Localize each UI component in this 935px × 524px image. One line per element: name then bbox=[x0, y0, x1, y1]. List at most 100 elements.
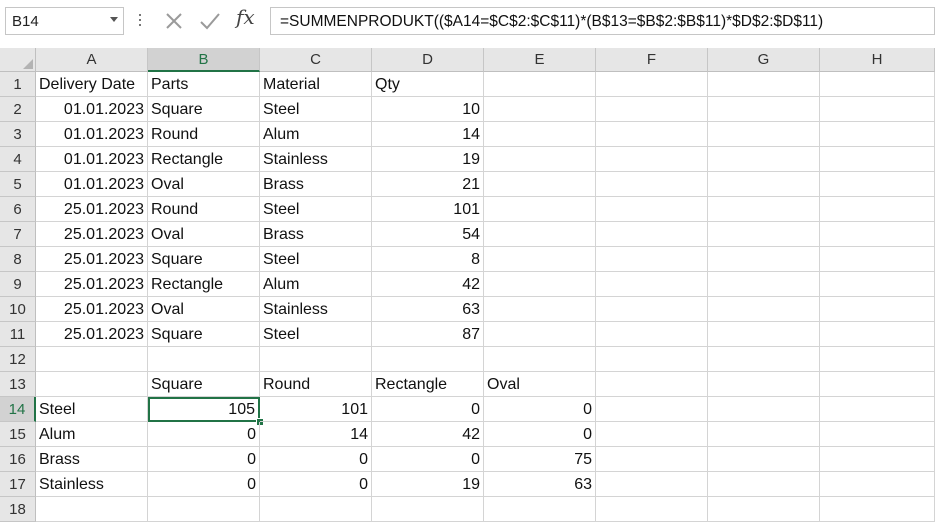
check-icon[interactable] bbox=[198, 9, 222, 33]
cell-e4[interactable] bbox=[484, 147, 596, 172]
cell-a12[interactable] bbox=[36, 347, 148, 372]
cell-h15[interactable] bbox=[820, 422, 935, 447]
cell-f11[interactable] bbox=[596, 322, 708, 347]
cell-h6[interactable] bbox=[820, 197, 935, 222]
cell-a8[interactable]: 25.01.2023 bbox=[36, 247, 148, 272]
cell-b13[interactable]: Square bbox=[148, 372, 260, 397]
cell-f5[interactable] bbox=[596, 172, 708, 197]
cell-d11[interactable]: 87 bbox=[372, 322, 484, 347]
cell-d10[interactable]: 63 bbox=[372, 297, 484, 322]
cell-d13[interactable]: Rectangle bbox=[372, 372, 484, 397]
row-header-7[interactable]: 7 bbox=[0, 222, 36, 247]
cell-b16[interactable]: 0 bbox=[148, 447, 260, 472]
cell-c6[interactable]: Steel bbox=[260, 197, 372, 222]
column-header-g[interactable]: G bbox=[708, 48, 820, 72]
cell-b11[interactable]: Square bbox=[148, 322, 260, 347]
cell-c17[interactable]: 0 bbox=[260, 472, 372, 497]
cell-g1[interactable] bbox=[708, 72, 820, 97]
cell-e5[interactable] bbox=[484, 172, 596, 197]
row-header-16[interactable]: 16 bbox=[0, 447, 36, 472]
cell-h13[interactable] bbox=[820, 372, 935, 397]
formula-input[interactable]: =SUMMENPRODUKT(($A14=$C$2:$C$11)*(B$13=$… bbox=[270, 7, 935, 35]
cell-f10[interactable] bbox=[596, 297, 708, 322]
cell-h14[interactable] bbox=[820, 397, 935, 422]
cell-g9[interactable] bbox=[708, 272, 820, 297]
cell-c18[interactable] bbox=[260, 497, 372, 522]
cell-a5[interactable]: 01.01.2023 bbox=[36, 172, 148, 197]
cell-b14[interactable]: 105 bbox=[148, 397, 260, 422]
row-header-8[interactable]: 8 bbox=[0, 247, 36, 272]
cell-e2[interactable] bbox=[484, 97, 596, 122]
cell-d14[interactable]: 0 bbox=[372, 397, 484, 422]
cell-d2[interactable]: 10 bbox=[372, 97, 484, 122]
cell-a14[interactable]: Steel bbox=[36, 397, 148, 422]
cell-a7[interactable]: 25.01.2023 bbox=[36, 222, 148, 247]
cell-b6[interactable]: Round bbox=[148, 197, 260, 222]
cell-e12[interactable] bbox=[484, 347, 596, 372]
cell-g17[interactable] bbox=[708, 472, 820, 497]
cell-d16[interactable]: 0 bbox=[372, 447, 484, 472]
cell-a3[interactable]: 01.01.2023 bbox=[36, 122, 148, 147]
cell-f12[interactable] bbox=[596, 347, 708, 372]
row-header-14[interactable]: 14 bbox=[0, 397, 36, 422]
column-header-d[interactable]: D bbox=[372, 48, 484, 72]
cell-h16[interactable] bbox=[820, 447, 935, 472]
cell-h3[interactable] bbox=[820, 122, 935, 147]
cell-e8[interactable] bbox=[484, 247, 596, 272]
row-header-4[interactable]: 4 bbox=[0, 147, 36, 172]
cell-d17[interactable]: 19 bbox=[372, 472, 484, 497]
row-header-15[interactable]: 15 bbox=[0, 422, 36, 447]
cell-g5[interactable] bbox=[708, 172, 820, 197]
row-header-12[interactable]: 12 bbox=[0, 347, 36, 372]
cell-b5[interactable]: Oval bbox=[148, 172, 260, 197]
column-header-e[interactable]: E bbox=[484, 48, 596, 72]
cell-e6[interactable] bbox=[484, 197, 596, 222]
cell-a2[interactable]: 01.01.2023 bbox=[36, 97, 148, 122]
cell-c9[interactable]: Alum bbox=[260, 272, 372, 297]
select-all-button[interactable] bbox=[0, 48, 36, 72]
cell-c12[interactable] bbox=[260, 347, 372, 372]
cell-b4[interactable]: Rectangle bbox=[148, 147, 260, 172]
cell-f18[interactable] bbox=[596, 497, 708, 522]
cell-f3[interactable] bbox=[596, 122, 708, 147]
cell-h2[interactable] bbox=[820, 97, 935, 122]
cell-h8[interactable] bbox=[820, 247, 935, 272]
cell-c16[interactable]: 0 bbox=[260, 447, 372, 472]
close-icon[interactable] bbox=[162, 9, 186, 33]
cell-d18[interactable] bbox=[372, 497, 484, 522]
cell-d1[interactable]: Qty bbox=[372, 72, 484, 97]
row-header-1[interactable]: 1 bbox=[0, 72, 36, 97]
row-header-17[interactable]: 17 bbox=[0, 472, 36, 497]
cell-e9[interactable] bbox=[484, 272, 596, 297]
cell-f17[interactable] bbox=[596, 472, 708, 497]
cell-g18[interactable] bbox=[708, 497, 820, 522]
cell-e3[interactable] bbox=[484, 122, 596, 147]
cell-e14[interactable]: 0 bbox=[484, 397, 596, 422]
cell-e17[interactable]: 63 bbox=[484, 472, 596, 497]
function-icon[interactable]: fx bbox=[236, 5, 255, 29]
cell-c5[interactable]: Brass bbox=[260, 172, 372, 197]
column-header-f[interactable]: F bbox=[596, 48, 708, 72]
row-header-11[interactable]: 11 bbox=[0, 322, 36, 347]
cell-a4[interactable]: 01.01.2023 bbox=[36, 147, 148, 172]
cell-b18[interactable] bbox=[148, 497, 260, 522]
name-box-value[interactable]: B14 bbox=[12, 13, 39, 30]
column-header-a[interactable]: A bbox=[36, 48, 148, 72]
cell-h4[interactable] bbox=[820, 147, 935, 172]
cell-f1[interactable] bbox=[596, 72, 708, 97]
cell-a16[interactable]: Brass bbox=[36, 447, 148, 472]
cell-b8[interactable]: Square bbox=[148, 247, 260, 272]
cell-a9[interactable]: 25.01.2023 bbox=[36, 272, 148, 297]
cell-a10[interactable]: 25.01.2023 bbox=[36, 297, 148, 322]
cell-h17[interactable] bbox=[820, 472, 935, 497]
cell-f9[interactable] bbox=[596, 272, 708, 297]
cell-f6[interactable] bbox=[596, 197, 708, 222]
row-header-13[interactable]: 13 bbox=[0, 372, 36, 397]
cell-f13[interactable] bbox=[596, 372, 708, 397]
cell-e18[interactable] bbox=[484, 497, 596, 522]
row-header-2[interactable]: 2 bbox=[0, 97, 36, 122]
cell-c4[interactable]: Stainless bbox=[260, 147, 372, 172]
cell-h7[interactable] bbox=[820, 222, 935, 247]
cell-e1[interactable] bbox=[484, 72, 596, 97]
cell-g4[interactable] bbox=[708, 147, 820, 172]
